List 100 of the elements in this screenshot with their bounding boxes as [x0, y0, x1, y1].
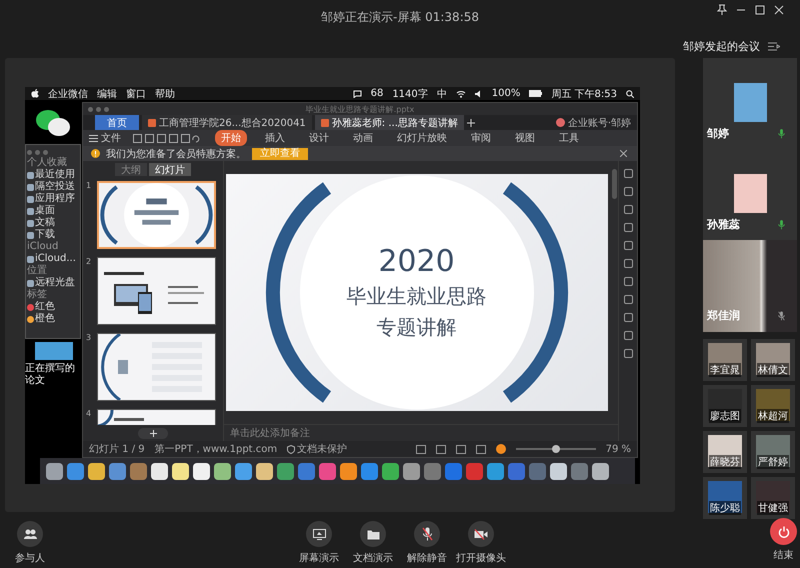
menu-item[interactable]: 编辑 — [97, 87, 117, 100]
apple-icon[interactable] — [31, 89, 39, 98]
participant-name: 林倩文 — [757, 363, 789, 377]
status-item[interactable]: 68 — [370, 88, 384, 99]
sidebar-heading: 标签 — [27, 289, 47, 301]
app-icon[interactable] — [550, 462, 567, 480]
zoom-thumb[interactable] — [552, 445, 560, 453]
view-mode-icon[interactable] — [436, 444, 446, 454]
menu-item[interactable]: 企业微信 — [48, 87, 88, 100]
slide-title: 毕业生就业思路 — [346, 283, 486, 310]
app-icon[interactable] — [403, 462, 420, 480]
app-icon[interactable] — [193, 462, 210, 480]
view-mode-icon[interactable] — [456, 444, 466, 454]
presentation-file-icon — [320, 118, 329, 126]
menu-item[interactable]: 帮助 — [155, 87, 175, 100]
sidebar-heading: 位置 — [27, 265, 47, 277]
slide-thumbnail[interactable] — [97, 257, 216, 325]
sidebar-item[interactable]: 橙色 — [27, 313, 55, 325]
ribbon-tab[interactable]: 审阅 — [465, 130, 497, 146]
battery-icon[interactable] — [529, 90, 542, 97]
view-mode-icon[interactable] — [416, 444, 426, 454]
add-slide-button[interactable] — [138, 428, 168, 438]
document-tab[interactable]: 首页 — [95, 115, 139, 130]
ribbon-tab[interactable]: 工具 — [553, 130, 585, 146]
notice-text: 我们为您准备了会员特惠方案。 — [106, 148, 246, 160]
sidebar-item[interactable]: 红色 — [27, 301, 55, 313]
close-icon[interactable] — [774, 4, 784, 14]
sidebar-item[interactable]: 桌面 — [27, 205, 55, 217]
toolbar-button[interactable]: 屏幕演示 — [292, 521, 346, 565]
ribbon-tab[interactable]: 设计 — [303, 130, 335, 146]
sidebar-item[interactable]: 应用程序 — [27, 193, 75, 205]
meeting-title: 邹婷发起的会议 — [683, 38, 760, 54]
plus-icon — [150, 430, 156, 436]
menu-icon[interactable] — [89, 134, 98, 142]
maximize-icon[interactable] — [755, 4, 765, 14]
sidebar-item[interactable]: 文稿 — [27, 217, 55, 229]
app-icon[interactable] — [382, 462, 399, 480]
document-tab[interactable]: 工商管理学院26...想合2020041 — [142, 115, 312, 130]
status-item[interactable]: 中 — [436, 87, 447, 100]
monitor-icon — [312, 528, 326, 540]
app-icon[interactable] — [235, 462, 252, 480]
scrollbar[interactable] — [612, 169, 616, 199]
app-icon[interactable] — [46, 462, 63, 480]
participant-name: 郑佳润 — [707, 308, 740, 323]
panel-tab[interactable]: 幻灯片 — [149, 162, 191, 176]
sidebar-item[interactable]: 隔空投送 — [27, 181, 75, 193]
wifi-icon[interactable] — [456, 90, 466, 98]
sidebar-item[interactable]: 远程光盘 — [27, 277, 75, 289]
slide-thumbnail[interactable] — [97, 181, 216, 249]
toolbar-button[interactable]: 文档演示 — [346, 521, 400, 565]
shield-icon — [287, 444, 296, 454]
chat-icon[interactable] — [352, 90, 362, 98]
ribbon-tab[interactable]: 视图 — [509, 130, 541, 146]
play-icon[interactable] — [496, 444, 506, 454]
document-tab[interactable]: 孙雅蕊老师: ...思路专题讲解 — [314, 115, 464, 130]
avatar-placeholder — [708, 389, 742, 421]
list-icon[interactable] — [768, 42, 780, 50]
volume-icon[interactable] — [474, 90, 483, 98]
ribbon-tab[interactable]: 插入 — [259, 130, 291, 146]
participant-name: 甘健强 — [757, 501, 789, 515]
desktop-file-name[interactable]: 正在撰写的论文 — [25, 363, 79, 387]
slide-thumbnail[interactable] — [97, 333, 216, 401]
app-icon[interactable] — [214, 462, 231, 480]
sidebar-item[interactable]: 下载 — [27, 229, 55, 241]
pin-icon[interactable] — [717, 4, 727, 15]
status-item[interactable]: 周五 下午8:53 — [551, 87, 617, 100]
app-icon[interactable] — [256, 462, 273, 480]
plus-icon[interactable] — [466, 118, 475, 126]
sidebar-item[interactable]: iCloud... — [27, 253, 76, 265]
slide-subtitle: 专题讲解 — [376, 314, 456, 341]
app-icon[interactable] — [151, 462, 168, 480]
avatar-placeholder — [756, 435, 790, 467]
camera-off-icon — [474, 528, 488, 540]
menu-item[interactable]: 窗口 — [126, 87, 146, 100]
protection-status[interactable]: 文档未保护 — [297, 442, 348, 456]
chat-bubbles-icon[interactable] — [35, 109, 71, 137]
ribbon-tab[interactable]: 幻灯片放映 — [391, 130, 453, 146]
search-icon[interactable] — [626, 90, 634, 98]
avatar-icon — [556, 118, 565, 127]
ribbon-tab[interactable]: 动画 — [347, 130, 379, 146]
toolbar-button[interactable]: 解除静音 — [400, 521, 454, 565]
app-icon[interactable] — [88, 462, 105, 480]
status-item[interactable]: 1140字 — [392, 87, 428, 100]
sidebar-item[interactable]: 最近使用 — [27, 169, 75, 181]
participant-name: 邹婷 — [707, 126, 729, 141]
close-icon[interactable] — [620, 150, 627, 157]
app-icon[interactable] — [340, 462, 357, 480]
theme-name: 第一PPT，www.1ppt.com — [154, 443, 278, 456]
app-icon[interactable] — [172, 462, 189, 480]
folder-icon — [27, 256, 34, 262]
status-item[interactable]: 100% — [492, 88, 520, 99]
file-menu[interactable]: 文件 — [101, 131, 121, 145]
avatar-placeholder — [708, 435, 742, 467]
account-name[interactable]: 企业账号·邹婷 — [568, 116, 631, 130]
app-icon[interactable] — [592, 462, 609, 480]
toolbar-button[interactable]: 打开摄像头 — [454, 521, 508, 565]
view-mode-icon[interactable] — [476, 444, 486, 454]
participants-button[interactable]: 参与人 — [4, 521, 56, 565]
slide-number: 4 — [86, 409, 92, 418]
participant-name: 林超河 — [757, 409, 789, 423]
